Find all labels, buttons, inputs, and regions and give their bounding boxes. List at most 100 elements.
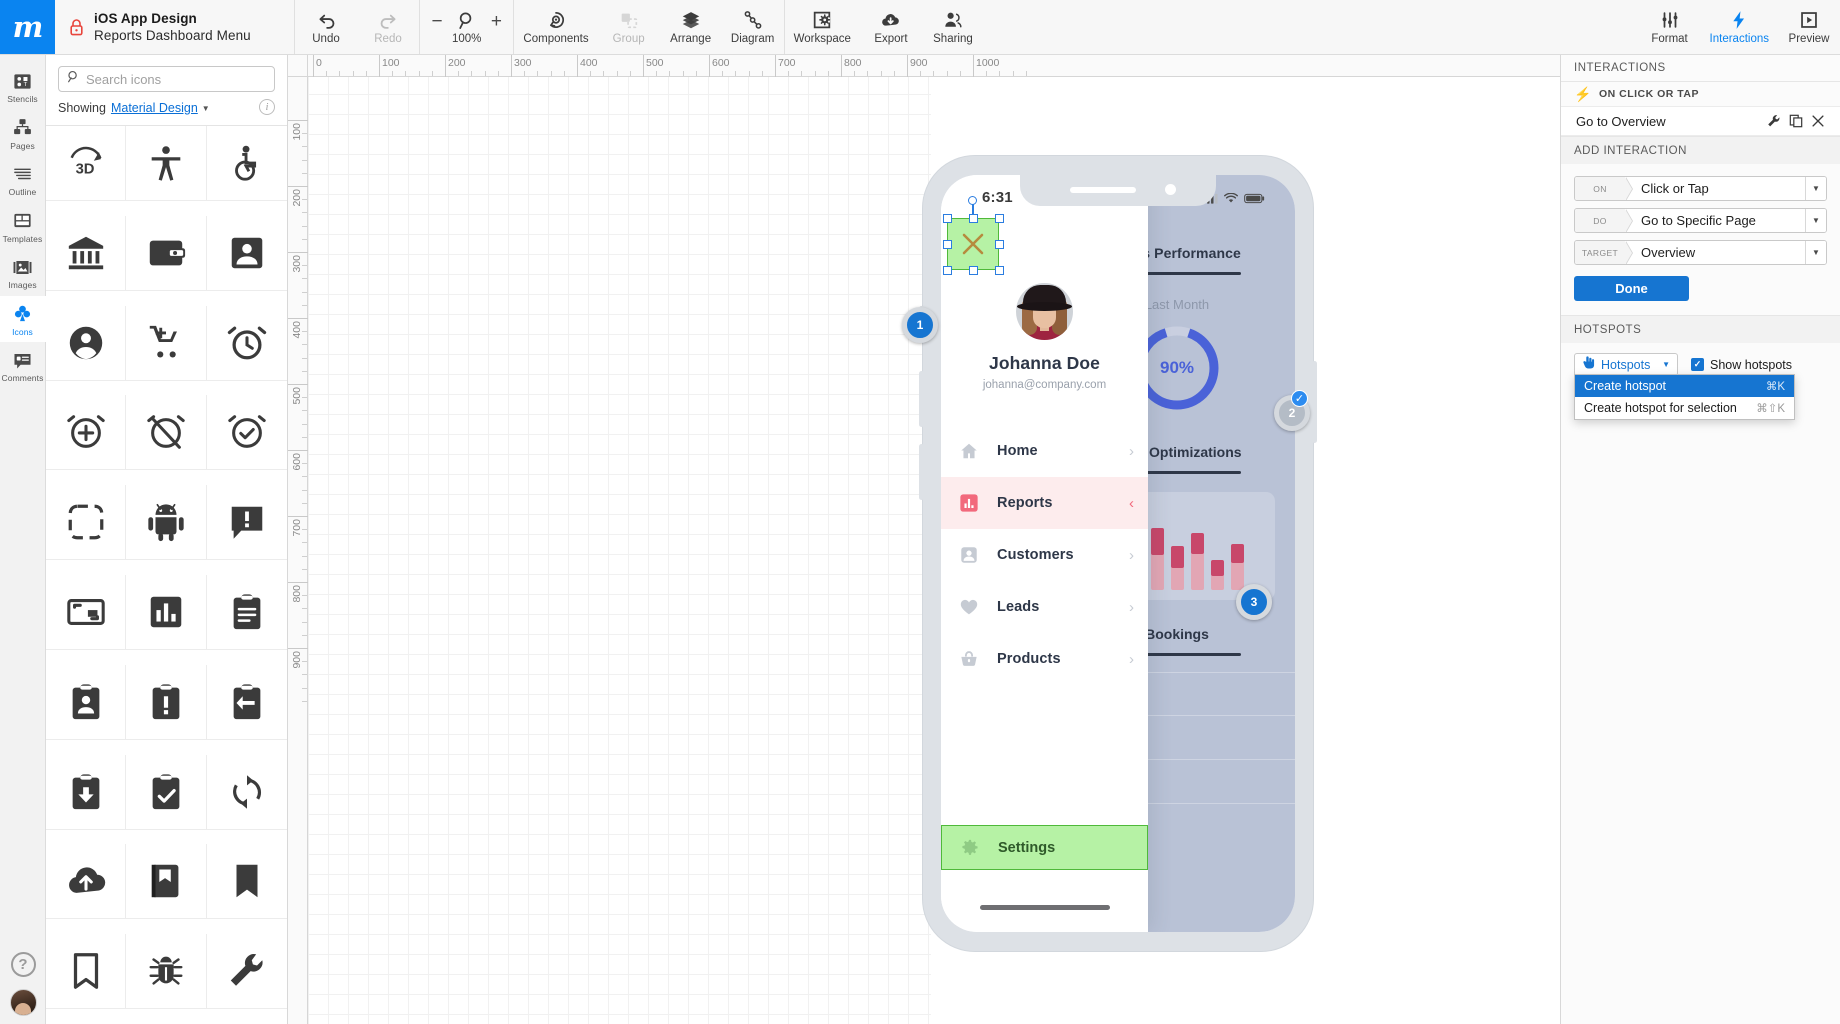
user-avatar[interactable] <box>10 989 37 1016</box>
app-logo[interactable]: m <box>0 0 55 54</box>
target-field-row[interactable]: TARGET Overview ▼ <box>1574 240 1827 265</box>
sidebar-item-comments[interactable]: Comments <box>0 342 46 389</box>
lock-icon[interactable] <box>69 18 84 37</box>
hotspot-badge-3[interactable]: 3 <box>1236 584 1272 620</box>
interactions-button[interactable]: Interactions <box>1701 0 1778 54</box>
sidebar-item-images[interactable]: Images <box>0 249 46 296</box>
target-dropdown-caret-icon[interactable]: ▼ <box>1805 241 1826 264</box>
icon-assignment-icon[interactable] <box>207 575 287 650</box>
zoom-out-button[interactable]: − <box>426 0 448 54</box>
menu-item-home[interactable]: Home › <box>941 425 1148 477</box>
export-button[interactable]: Export <box>860 0 922 54</box>
horizontal-ruler[interactable]: 01002003004005006007008009001000 <box>288 55 1560 77</box>
arrange-button[interactable]: Arrange <box>660 0 722 54</box>
icon-all-out-icon[interactable] <box>46 485 126 560</box>
icon-announcement-icon[interactable] <box>207 485 287 560</box>
icon-assignment-returned-icon[interactable] <box>46 755 126 830</box>
icon-alarm-on-icon[interactable] <box>207 395 287 470</box>
icon-account-circle-icon[interactable] <box>46 306 126 381</box>
menu-item-create-hotspot[interactable]: Create hotspot ⌘K <box>1575 375 1794 397</box>
zoom-in-button[interactable]: + <box>485 0 507 54</box>
existing-interaction-row[interactable]: Go to Overview <box>1561 106 1840 136</box>
icon-assignment-return-icon[interactable] <box>207 665 287 740</box>
duplicate-icon[interactable] <box>1785 114 1807 128</box>
menu-item-customers[interactable]: Customers › <box>941 529 1148 581</box>
selected-shape-close[interactable] <box>947 218 999 270</box>
workspace-button[interactable]: Workspace <box>785 0 860 54</box>
icon-accessible-icon[interactable] <box>207 126 287 201</box>
resize-handle-se[interactable] <box>995 266 1004 275</box>
icon-account-box-icon[interactable] <box>207 216 287 291</box>
icon-add-shopping-cart-icon[interactable] <box>126 306 206 381</box>
search-input[interactable] <box>86 72 266 87</box>
icon-alarm-off-icon[interactable] <box>126 395 206 470</box>
zoom-level-button[interactable]: 100% <box>448 8 485 46</box>
do-dropdown-caret-icon[interactable]: ▼ <box>1805 209 1826 232</box>
resize-handle-ne[interactable] <box>995 214 1004 223</box>
sidebar-item-pages[interactable]: Pages <box>0 110 46 157</box>
icon-account-balance-icon[interactable] <box>46 216 126 291</box>
sidebar-item-templates[interactable]: Templates <box>0 203 46 250</box>
icon-aspect-ratio-icon[interactable] <box>46 575 126 650</box>
help-button[interactable]: ? <box>11 952 36 977</box>
icon-backup-icon[interactable] <box>46 844 126 919</box>
icon-autorenew-icon[interactable] <box>207 755 287 830</box>
menu-item-create-hotspot-for-selection[interactable]: Create hotspot for selection ⌘⇧K <box>1575 397 1794 419</box>
sidebar-item-stencils[interactable]: T Stencils <box>0 63 46 110</box>
vertical-ruler[interactable]: 100200300400500600700800900 <box>288 77 308 1024</box>
canvas-area[interactable]: 01002003004005006007008009001000 1002003… <box>288 55 1560 1024</box>
done-button[interactable]: Done <box>1574 276 1689 301</box>
icon-accessibility-icon[interactable] <box>126 126 206 201</box>
icon-bookmark-border-icon[interactable] <box>46 934 126 1009</box>
diagram-button[interactable]: Diagram <box>722 0 784 54</box>
menu-item-leads[interactable]: Leads › <box>941 581 1148 633</box>
sidebar-item-icons[interactable]: Icons <box>0 296 46 343</box>
icon-3d-rotation-icon[interactable]: 3D <box>46 126 126 201</box>
components-button[interactable]: Components <box>514 0 597 54</box>
preview-button[interactable]: Preview <box>1778 0 1840 54</box>
info-icon[interactable]: i <box>259 99 275 115</box>
search-field[interactable] <box>58 66 275 92</box>
hotspot-badge-1[interactable]: 1 <box>902 307 938 343</box>
document-title[interactable]: iOS App Design <box>94 11 251 26</box>
show-hotspots-checkbox[interactable]: ✓ Show hotspots <box>1691 358 1792 372</box>
chevron-down-icon[interactable]: ▼ <box>202 104 210 113</box>
document-subtitle[interactable]: Reports Dashboard Menu <box>94 28 251 43</box>
resize-handle-e[interactable] <box>995 240 1004 249</box>
icon-assignment-late-icon[interactable] <box>126 665 206 740</box>
close-icon[interactable] <box>1807 114 1829 128</box>
icon-bug-report-icon[interactable] <box>126 934 206 1009</box>
icon-bookmark-icon[interactable] <box>207 844 287 919</box>
undo-button[interactable]: Undo <box>295 0 357 54</box>
wrench-icon[interactable] <box>1763 114 1785 128</box>
icon-book-icon[interactable] <box>126 844 206 919</box>
on-field-row[interactable]: ON Click or Tap ▼ <box>1574 176 1827 201</box>
icon-set-link[interactable]: Material Design <box>111 101 198 115</box>
resize-handle-nw[interactable] <box>943 214 952 223</box>
icon-assessment-icon[interactable] <box>126 575 206 650</box>
icon-alarm-icon[interactable] <box>207 306 287 381</box>
icon-build-icon[interactable] <box>207 934 287 1009</box>
rotation-handle[interactable] <box>968 196 977 205</box>
menu-item-settings[interactable]: Settings <box>941 825 1148 870</box>
icon-alarm-add-icon[interactable] <box>46 395 126 470</box>
icon-android-icon[interactable] <box>126 485 206 560</box>
on-dropdown-caret-icon[interactable]: ▼ <box>1805 177 1826 200</box>
redo-button[interactable]: Redo <box>357 0 419 54</box>
menu-item-reports[interactable]: Reports ‹ <box>941 477 1148 529</box>
icon-assignment-ind-icon[interactable] <box>46 665 126 740</box>
resize-handle-s[interactable] <box>969 266 978 275</box>
group-button[interactable]: Group <box>598 0 660 54</box>
sidebar-item-outline[interactable]: Outline <box>0 156 46 203</box>
menu-item-products[interactable]: Products › <box>941 633 1148 685</box>
canvas-grid[interactable]: 6:31 <box>308 77 1560 1024</box>
hotspots-dropdown-button[interactable]: Hotspots ▼ <box>1574 353 1678 376</box>
resize-handle-w[interactable] <box>943 240 952 249</box>
phone-mockup[interactable]: 6:31 <box>923 156 1313 951</box>
format-button[interactable]: Format <box>1639 0 1701 54</box>
sharing-button[interactable]: Sharing <box>922 0 984 54</box>
icon-assignment-turned-in-icon[interactable] <box>126 755 206 830</box>
resize-handle-n[interactable] <box>969 214 978 223</box>
resize-handle-sw[interactable] <box>943 266 952 275</box>
icon-account-balance-wallet-icon[interactable] <box>126 216 206 291</box>
